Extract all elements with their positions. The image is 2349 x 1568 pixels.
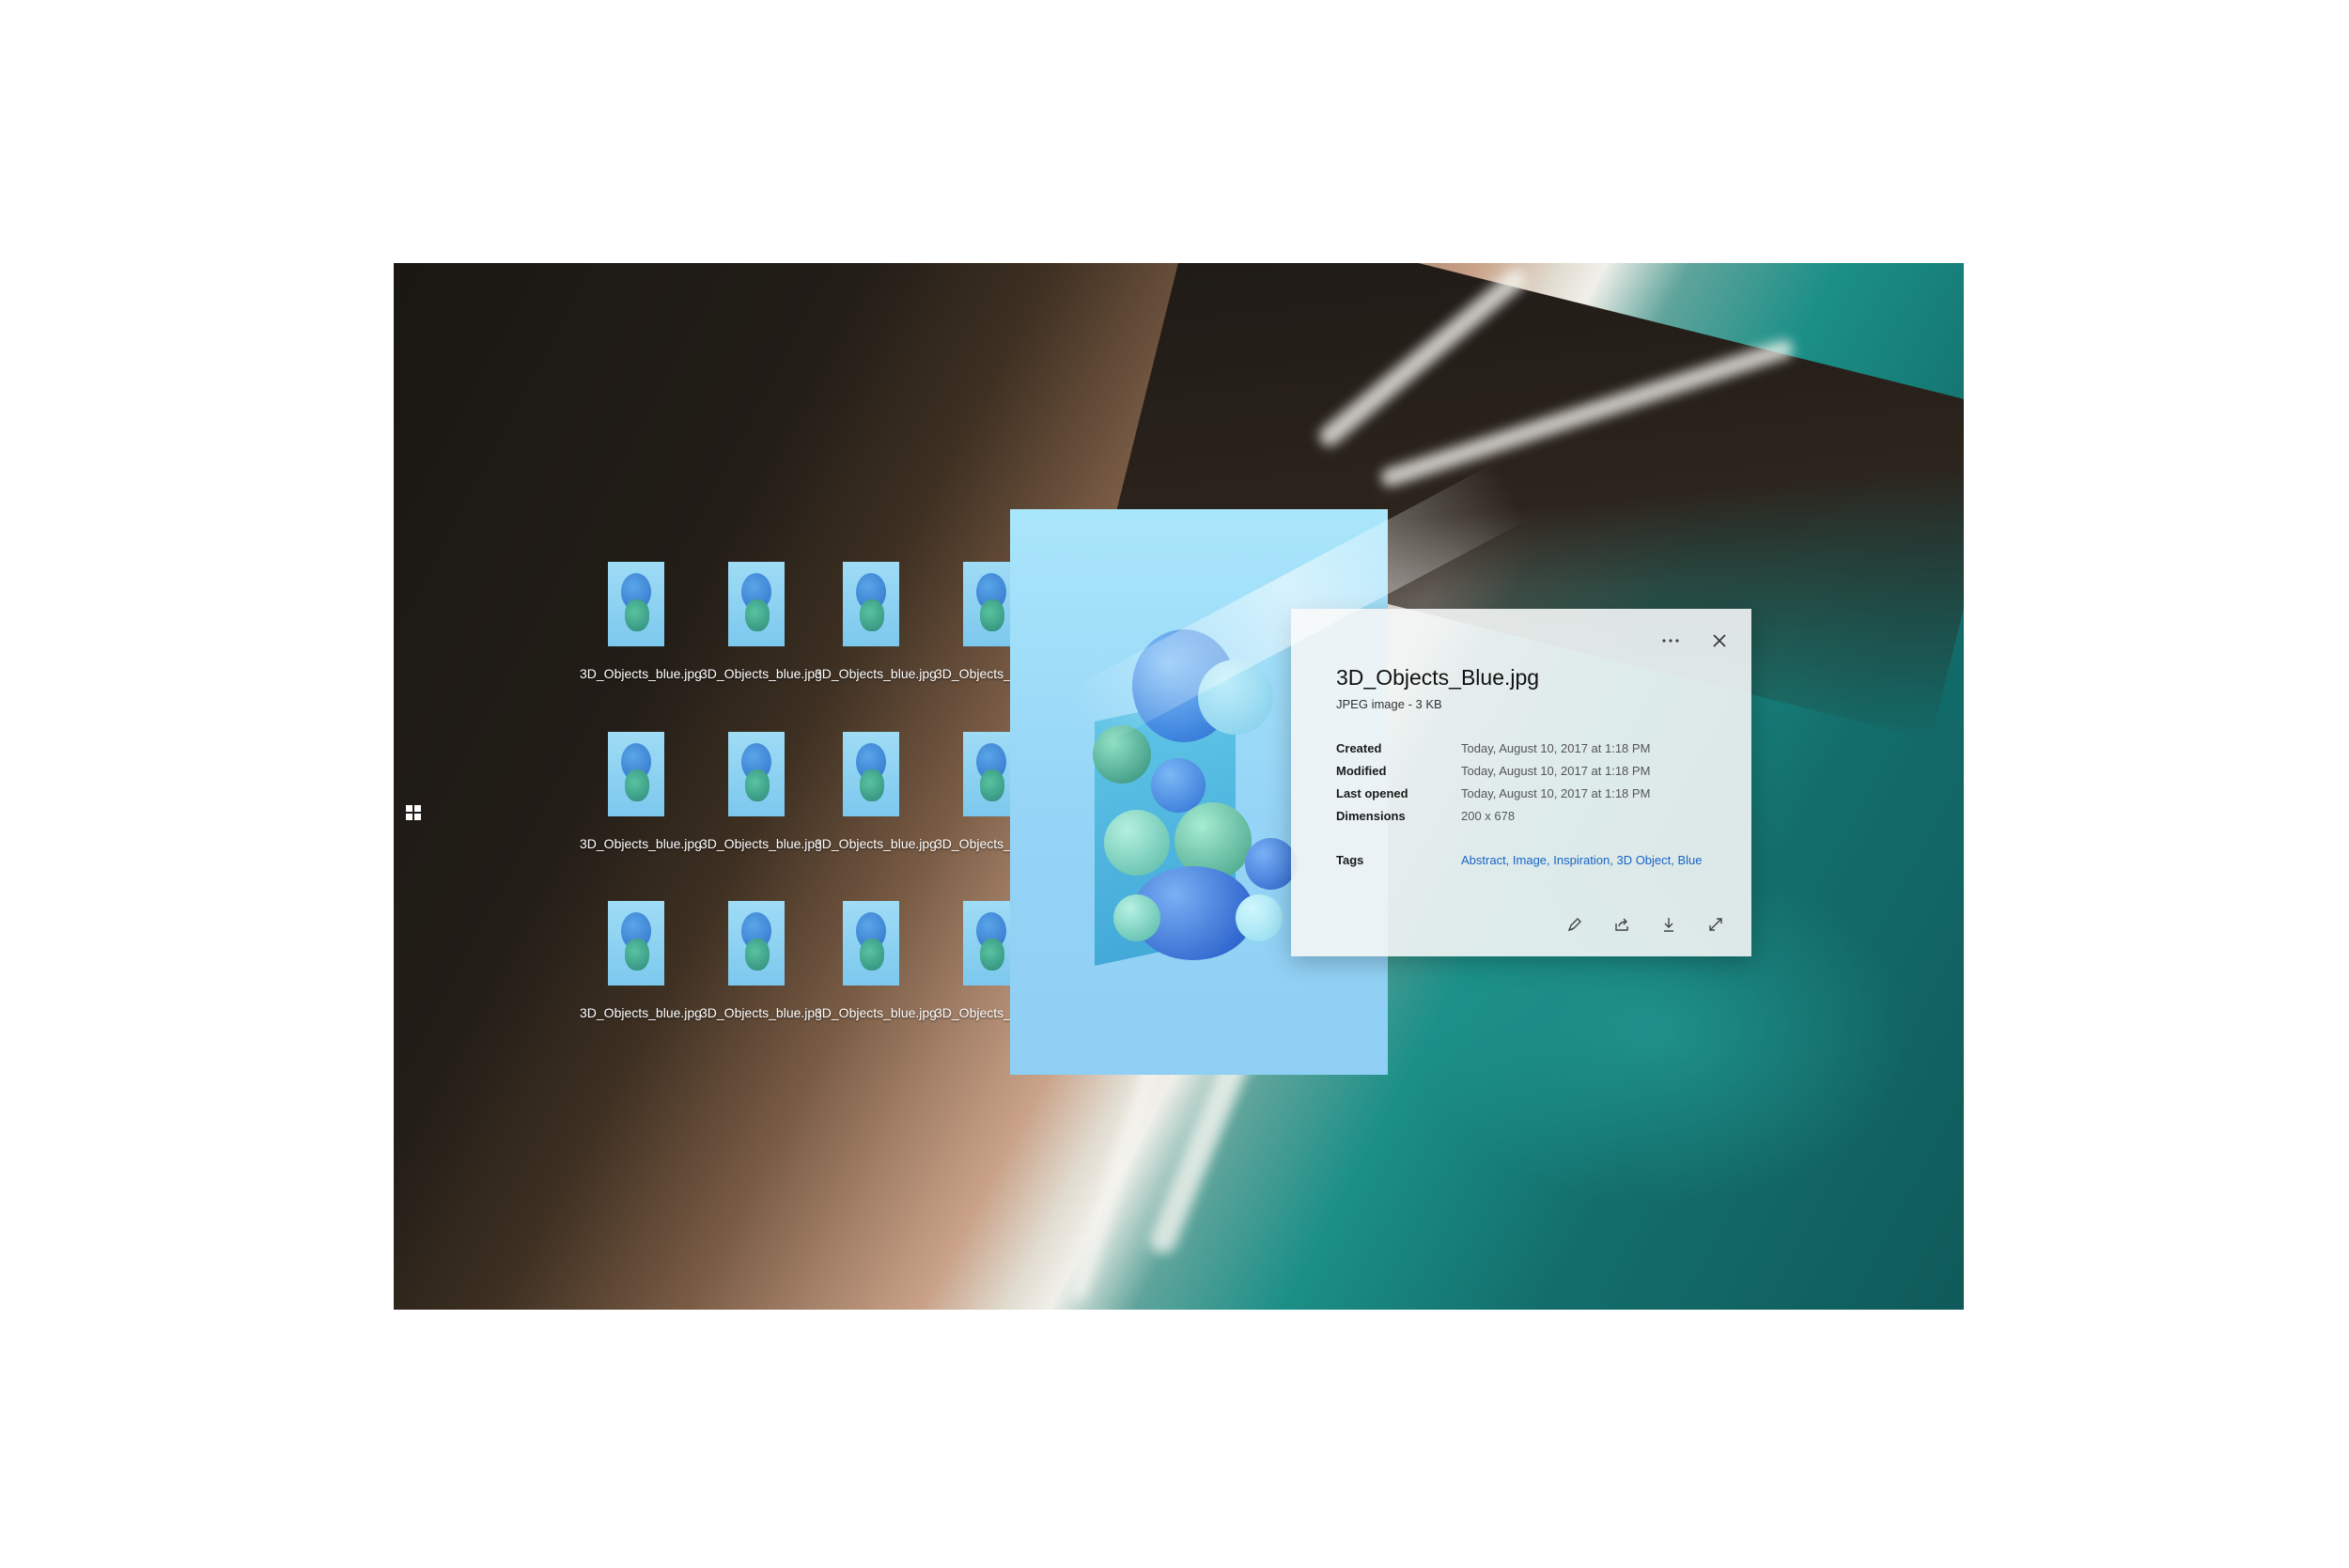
file-label: 3D_Objects_blue.jpg xyxy=(580,1005,702,1020)
desktop-file-icon[interactable]: 3D_Objects_blue.jpg xyxy=(815,562,937,682)
preview-shape xyxy=(1093,725,1151,784)
file-label: 3D_Objects_blue.jpg xyxy=(700,1005,822,1020)
tags-links[interactable]: Abstract, Image, Inspiration, 3D Object,… xyxy=(1461,849,1705,872)
file-type-size: JPEG image - 3 KB xyxy=(1336,697,1442,711)
wave-foam xyxy=(1378,337,1796,489)
download-icon[interactable] xyxy=(1657,913,1680,936)
file-title: 3D_Objects_Blue.jpg xyxy=(1336,665,1540,690)
desktop-file-icon[interactable]: 3D_Objects_blue.jpg xyxy=(580,901,702,1021)
property-row: Modified Today, August 10, 2017 at 1:18 … xyxy=(1336,760,1731,783)
tags-row: Tags Abstract, Image, Inspiration, 3D Ob… xyxy=(1336,849,1705,872)
windows-logo-icon[interactable] xyxy=(406,805,421,820)
property-key: Modified xyxy=(1336,764,1387,778)
file-label: 3D_Objects_blue.jpg xyxy=(700,836,822,851)
desktop-icon-grid: 3D_Objects_blue.jpg 3D_Objects_blue.jpg … xyxy=(580,562,1053,1050)
file-label: 3D_Objects_blue.jpg xyxy=(700,666,822,681)
property-row: Dimensions 200 x 678 xyxy=(1336,805,1731,828)
desktop: 3D_Objects_blue.jpg 3D_Objects_blue.jpg … xyxy=(394,263,1964,1310)
share-icon[interactable] xyxy=(1610,913,1633,936)
image-thumbnail xyxy=(728,732,785,816)
pen-icon[interactable] xyxy=(1563,913,1586,936)
expand-icon[interactable] xyxy=(1704,913,1727,936)
file-info-panel: 3D_Objects_Blue.jpg JPEG image - 3 KB Cr… xyxy=(1291,609,1751,956)
image-thumbnail xyxy=(608,562,664,646)
property-row: Created Today, August 10, 2017 at 1:18 P… xyxy=(1336,737,1731,760)
desktop-file-icon[interactable]: 3D_Objects_blue.jpg xyxy=(700,562,822,682)
file-properties: Created Today, August 10, 2017 at 1:18 P… xyxy=(1336,737,1731,828)
desktop-file-icon[interactable]: 3D_Objects_blue.jpg xyxy=(815,732,937,852)
file-label: 3D_Objects_blue.jpg xyxy=(815,1005,937,1020)
property-value: Today, August 10, 2017 at 1:18 PM xyxy=(1461,786,1651,800)
wave-foam xyxy=(1315,265,1531,451)
image-thumbnail xyxy=(728,562,785,646)
desktop-file-icon[interactable]: 3D_Objects_blue.jpg xyxy=(580,732,702,852)
image-thumbnail xyxy=(608,732,664,816)
preview-shape xyxy=(1236,894,1283,941)
property-key: Dimensions xyxy=(1336,809,1406,823)
desktop-file-icon[interactable]: 3D_Objects_blue.jpg xyxy=(700,901,822,1021)
file-label: 3D_Objects_blue.jpg xyxy=(580,666,702,681)
file-label: 3D_Objects_blue.jpg xyxy=(815,666,937,681)
preview-shape xyxy=(1198,660,1273,735)
property-key: Created xyxy=(1336,741,1382,755)
file-label: 3D_Objects_blue.jpg xyxy=(580,836,702,851)
property-value: 200 x 678 xyxy=(1461,809,1516,823)
preview-shape xyxy=(1104,810,1170,876)
property-key: Last opened xyxy=(1336,786,1408,800)
preview-shape xyxy=(1245,838,1297,890)
preview-shape xyxy=(1113,894,1160,941)
more-icon[interactable] xyxy=(1659,629,1682,652)
desktop-file-icon[interactable]: 3D_Objects_blue.jpg xyxy=(815,901,937,1021)
wave-foam xyxy=(1068,1046,1166,1301)
panel-top-controls xyxy=(1659,629,1731,652)
desktop-file-icon[interactable]: 3D_Objects_blue.jpg xyxy=(580,562,702,682)
close-icon[interactable] xyxy=(1708,629,1731,652)
desktop-file-icon[interactable]: 3D_Objects_blue.jpg xyxy=(700,732,822,852)
image-thumbnail xyxy=(843,732,899,816)
panel-actions xyxy=(1563,913,1727,936)
property-row: Last opened Today, August 10, 2017 at 1:… xyxy=(1336,783,1731,805)
file-label: 3D_Objects_blue.jpg xyxy=(815,836,937,851)
image-thumbnail xyxy=(843,901,899,986)
image-thumbnail xyxy=(728,901,785,986)
tags-label: Tags xyxy=(1336,853,1364,867)
property-value: Today, August 10, 2017 at 1:18 PM xyxy=(1461,764,1651,778)
property-value: Today, August 10, 2017 at 1:18 PM xyxy=(1461,741,1651,755)
image-thumbnail xyxy=(608,901,664,986)
image-thumbnail xyxy=(843,562,899,646)
